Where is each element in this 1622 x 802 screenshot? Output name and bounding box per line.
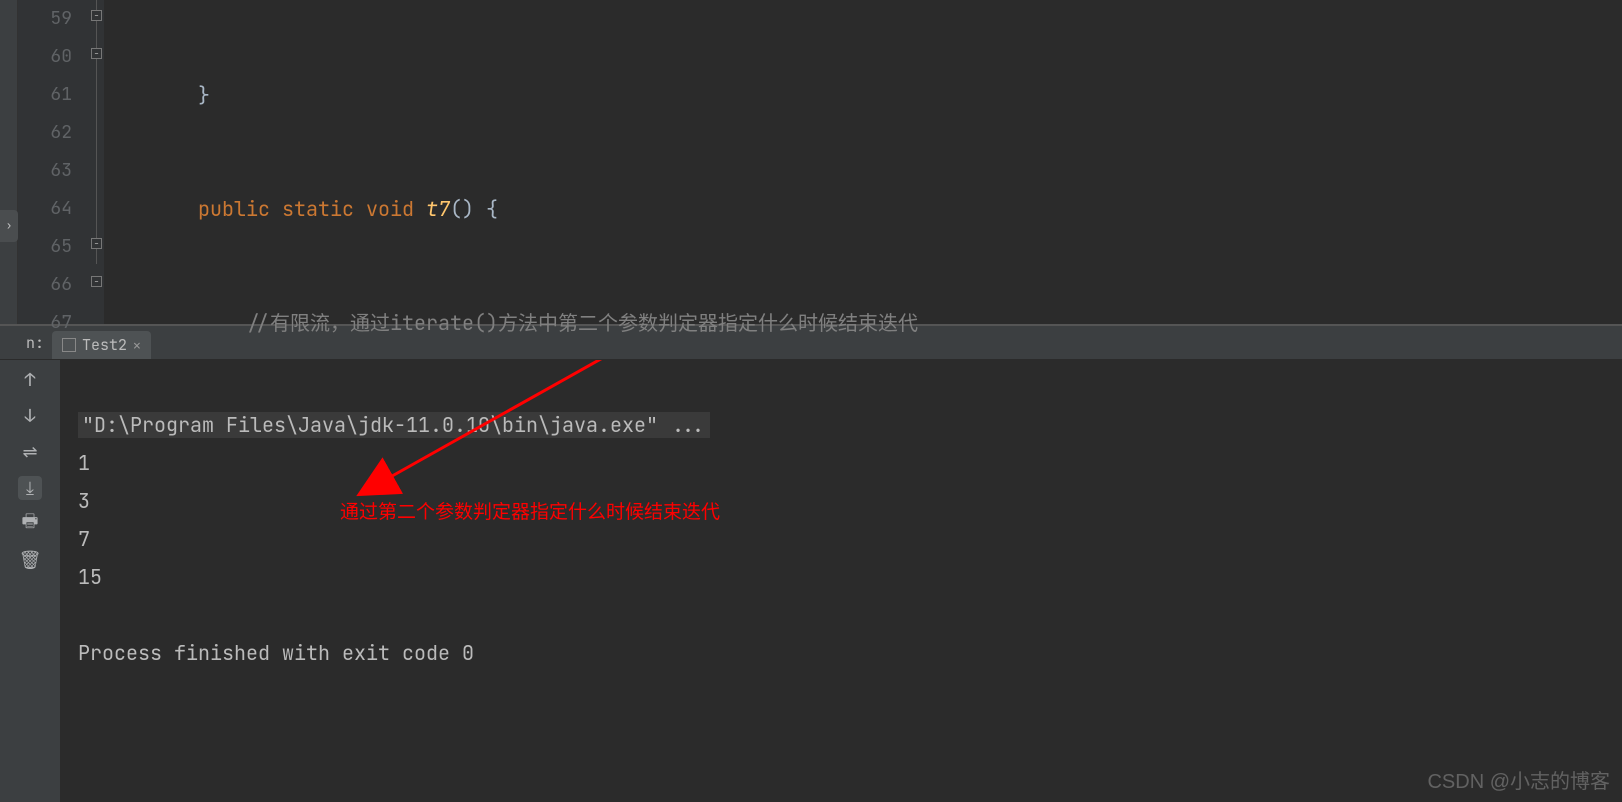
- code-line[interactable]: //有限流，通过iterate()方法中第二个参数判定器指定什么时候结束迭代: [114, 304, 1622, 342]
- scroll-down-icon[interactable]: ↓: [18, 404, 42, 428]
- code-editor[interactable]: › 59 60 61 62 63 64 65 66 67 - - - - } p…: [0, 0, 1622, 325]
- line-number: 60: [18, 38, 72, 76]
- code-line[interactable]: public static void t7() {: [114, 190, 1622, 228]
- token-keyword: void: [366, 196, 414, 222]
- token-keyword: static: [282, 196, 354, 222]
- run-console: ↑ ↓ ⇌ ⤓ 🖶 🗑 "D:\Program Files\Java\jdk-1…: [0, 360, 1622, 802]
- fold-end-icon[interactable]: -: [91, 10, 102, 21]
- fold-column: - - - -: [90, 0, 104, 324]
- line-number: 65: [18, 228, 72, 266]
- fold-end-icon[interactable]: -: [91, 238, 102, 249]
- scroll-to-end-icon[interactable]: ⤓: [18, 476, 42, 500]
- annotation-text: 通过第二个参数判定器指定什么时候结束迭代: [340, 494, 720, 532]
- editor-left-rail: ›: [0, 0, 18, 324]
- token-keyword: public: [198, 196, 270, 222]
- console-exit: Process finished with exit code 0: [78, 640, 474, 666]
- code-line[interactable]: }: [114, 76, 1622, 114]
- console-line: 15: [78, 564, 102, 590]
- token-comment: //有限流，通过iterate()方法中第二个参数判定器指定什么时候结束迭代: [246, 310, 918, 336]
- fold-start-icon[interactable]: -: [91, 48, 102, 59]
- line-number: 61: [18, 76, 72, 114]
- token-brace: }: [198, 82, 210, 108]
- trash-icon[interactable]: 🗑: [18, 548, 42, 572]
- console-line: 3: [78, 488, 90, 514]
- line-number: 63: [18, 152, 72, 190]
- token-method: t7: [426, 196, 450, 222]
- print-icon[interactable]: 🖶: [18, 512, 42, 536]
- console-line: 1: [78, 450, 90, 476]
- line-number: 59: [18, 0, 72, 38]
- soft-wrap-icon[interactable]: ⇌: [18, 440, 42, 464]
- code-area[interactable]: } public static void t7() { //有限流，通过iter…: [104, 0, 1622, 324]
- scroll-up-icon[interactable]: ↑: [18, 368, 42, 392]
- line-number: 66: [18, 266, 72, 304]
- console-toolbar: ↑ ↓ ⇌ ⤓ 🖶 🗑: [0, 360, 60, 802]
- line-number: 67: [18, 304, 72, 342]
- gutter-expand-handle[interactable]: ›: [0, 210, 18, 242]
- editor-gutter: 59 60 61 62 63 64 65 66 67: [18, 0, 90, 324]
- fold-end-icon[interactable]: -: [91, 276, 102, 287]
- token: () {: [450, 196, 498, 222]
- console-line: 7: [78, 526, 90, 552]
- line-number: 62: [18, 114, 72, 152]
- line-number: 64: [18, 190, 72, 228]
- watermark: CSDN @小志的博客: [1427, 765, 1610, 794]
- console-command: "D:\Program Files\Java\jdk-11.0.10\bin\j…: [78, 412, 710, 438]
- console-output[interactable]: "D:\Program Files\Java\jdk-11.0.10\bin\j…: [60, 360, 1622, 802]
